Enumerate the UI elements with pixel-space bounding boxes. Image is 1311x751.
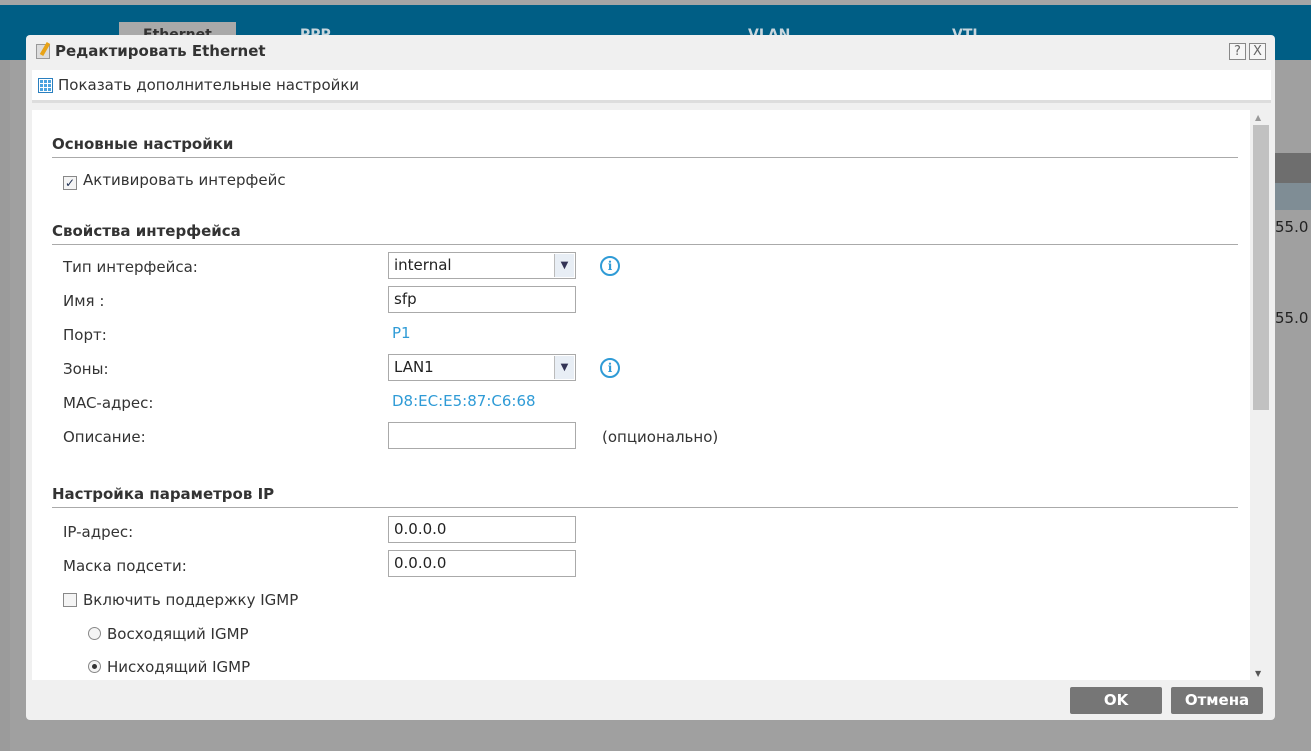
interface-type-select[interactable]: internal ▼	[388, 252, 576, 279]
ip-label: IP-адрес:	[63, 523, 134, 541]
description-label: Описание:	[63, 428, 146, 446]
mac-label: MAC-адрес:	[63, 394, 154, 412]
activate-interface-checkbox[interactable]: ✓ Активировать интерфейс	[63, 171, 286, 190]
dialog-title-text: Редактировать Ethernet	[55, 42, 266, 60]
scrollbar-thumb[interactable]	[1253, 125, 1269, 410]
zone-label: Зоны:	[63, 360, 109, 378]
ip-address-input[interactable]: 0.0.0.0	[388, 516, 576, 543]
port-label: Порт:	[63, 326, 107, 344]
mask-label: Маска подсети:	[63, 557, 187, 575]
zone-value: LAN1	[394, 358, 434, 376]
section-basic: Основные настройки	[52, 135, 1238, 158]
background-cell: 55.0	[1275, 309, 1309, 327]
edit-ethernet-dialog: Редактировать Ethernet ? X Показать допо…	[26, 35, 1275, 720]
downstream-label: Нисходящий IGMP	[107, 658, 251, 676]
dialog-title: Редактировать Ethernet	[36, 41, 266, 60]
section-interface-properties: Свойства интерфейса	[52, 222, 1238, 245]
info-icon[interactable]: i	[600, 256, 620, 276]
igmp-downstream-radio[interactable]: Нисходящий IGMP	[88, 658, 250, 676]
edit-icon	[36, 41, 51, 59]
activate-label: Активировать интерфейс	[83, 171, 286, 189]
advanced-settings-label: Показать дополнительные настройки	[58, 76, 360, 94]
section-ip: Настройка параметров IP	[52, 485, 1238, 508]
help-button[interactable]: ?	[1229, 43, 1246, 60]
upstream-label: Восходящий IGMP	[107, 625, 249, 643]
mac-value: D8:EC:E5:87:C6:68	[392, 392, 536, 410]
igmp-label: Включить поддержку IGMP	[83, 591, 299, 609]
checkbox-checked-icon: ✓	[63, 176, 77, 190]
info-icon[interactable]: i	[600, 358, 620, 378]
chevron-down-icon: ▼	[554, 254, 574, 277]
radio-icon	[88, 627, 101, 640]
port-value: P1	[392, 324, 411, 342]
zone-select[interactable]: LAN1 ▼	[388, 354, 576, 381]
scroll-up-icon[interactable]: ▲	[1255, 113, 1261, 122]
cancel-button[interactable]: Отмена	[1171, 687, 1263, 714]
background-cell: 55.0	[1275, 218, 1309, 236]
dialog-content: Основные настройки ✓ Активировать интерфе…	[32, 110, 1250, 680]
ok-button[interactable]: OK	[1070, 687, 1162, 714]
name-input[interactable]: sfp	[388, 286, 576, 313]
igmp-upstream-radio[interactable]: Восходящий IGMP	[88, 625, 249, 643]
scrollbar[interactable]: ▲ ▼	[1250, 110, 1271, 680]
toolbar: Показать дополнительные настройки	[32, 70, 1271, 103]
close-button[interactable]: X	[1249, 43, 1266, 60]
name-label: Имя :	[63, 292, 105, 310]
checkbox-unchecked-icon	[63, 593, 77, 607]
subnet-mask-input[interactable]: 0.0.0.0	[388, 550, 576, 577]
igmp-checkbox[interactable]: Включить поддержку IGMP	[63, 591, 298, 609]
table-icon	[38, 77, 53, 93]
interface-type-label: Тип интерфейса:	[63, 258, 198, 276]
radio-selected-icon	[88, 660, 101, 673]
optional-hint: (опционально)	[602, 428, 719, 446]
description-input[interactable]	[388, 422, 576, 449]
interface-type-value: internal	[394, 256, 452, 274]
scroll-down-icon[interactable]: ▼	[1255, 669, 1261, 678]
advanced-settings-link[interactable]: Показать дополнительные настройки	[38, 76, 359, 94]
chevron-down-icon: ▼	[554, 356, 574, 379]
